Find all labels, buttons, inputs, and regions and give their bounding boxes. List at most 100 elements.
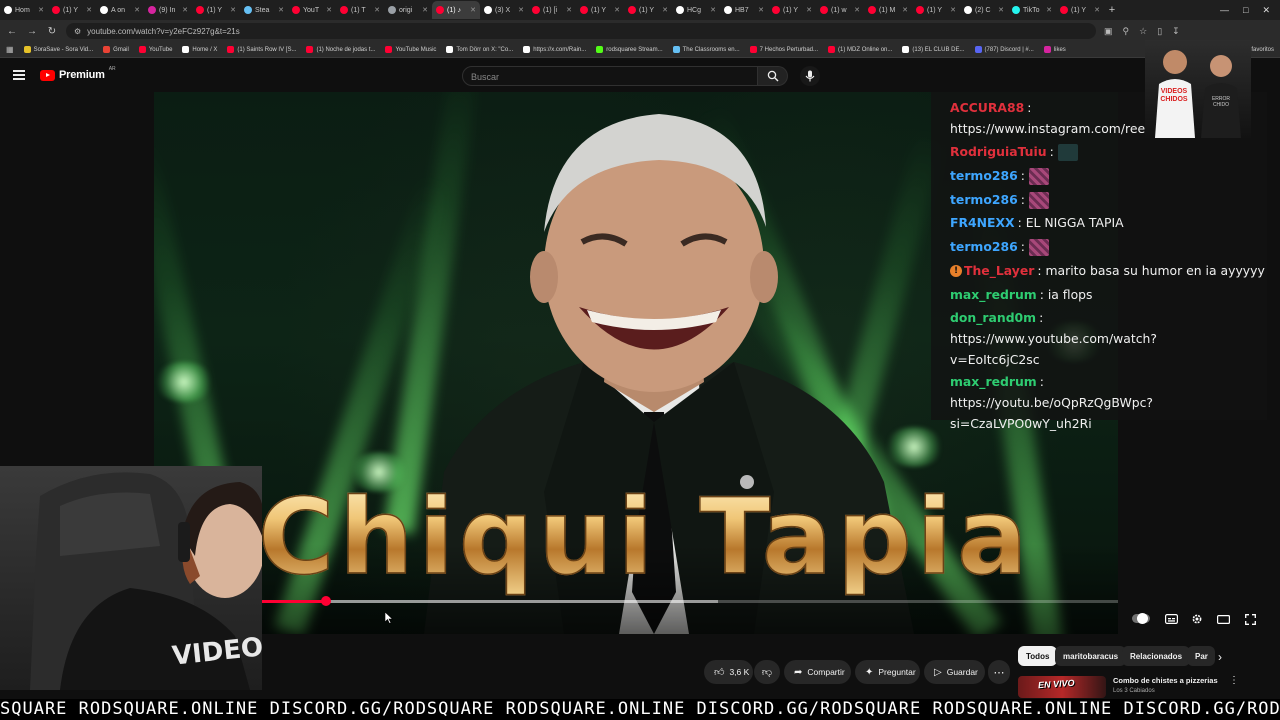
related-more-icon[interactable]: ⋮ (1229, 675, 1239, 686)
browser-tab[interactable]: (9) In ✕ (144, 1, 192, 19)
chip-maritobaracus[interactable]: maritobaracus (1055, 646, 1127, 666)
browser-tab[interactable]: origi ✕ (384, 1, 432, 19)
browser-tab[interactable]: YouT ✕ (288, 1, 336, 19)
browser-tab[interactable]: (1) Y ✕ (912, 1, 960, 19)
ask-button[interactable]: ✦ Preguntar (855, 660, 920, 684)
browser-tab[interactable]: (1) Y ✕ (1056, 1, 1104, 19)
bookmark-item[interactable]: https://x.com/Rain... (523, 46, 586, 53)
bookmark-item[interactable]: The Classrooms en... (672, 46, 740, 53)
search-input[interactable]: Buscar (462, 66, 758, 86)
tab-close-icon[interactable]: ✕ (374, 6, 380, 14)
browser-tab[interactable]: Hom ✕ (0, 1, 48, 19)
chip-relacionados[interactable]: Relacionados (1122, 646, 1191, 666)
bookmark-item[interactable]: (1) Noche de jodas t... (306, 46, 375, 53)
related-video-thumbnail[interactable]: EN VIVO (1018, 676, 1106, 698)
browser-tab[interactable]: (1) Y ✕ (768, 1, 816, 19)
address-bar[interactable]: ⚙ youtube.com/watch?v=y2eFCz927g&t=21s (66, 23, 1096, 39)
settings-button[interactable] (1189, 611, 1205, 627)
menu-icon[interactable] (13, 70, 25, 80)
browser-tab[interactable]: TikTo ✕ (1008, 1, 1056, 19)
search-button[interactable] (758, 66, 788, 86)
browser-tab[interactable]: (1) M ✕ (864, 1, 912, 19)
tab-close-icon[interactable]: ✕ (230, 6, 236, 14)
tab-close-icon[interactable]: ✕ (902, 6, 908, 14)
related-video-title[interactable]: Combo de chistes a pizzerias (1113, 676, 1218, 685)
bookmark-item[interactable]: likes (1043, 46, 1066, 53)
related-video-channel[interactable]: Los 3 Cabiados (1113, 688, 1155, 694)
browser-tab[interactable]: (3) X ✕ (480, 1, 528, 19)
bookmarks-folder[interactable]: favoritos (1251, 47, 1274, 53)
new-tab-button[interactable]: + (1104, 4, 1120, 16)
browser-tab[interactable]: (1) T ✕ (336, 1, 384, 19)
browser-tab[interactable]: (1) ♪ ✕ (432, 1, 480, 19)
autoplay-toggle[interactable] (1132, 613, 1150, 624)
bookmark-item[interactable]: SoraSave - Sora Vid... (23, 46, 93, 53)
tab-close-icon[interactable]: ✕ (86, 6, 92, 14)
browser-tab[interactable]: (1) Y ✕ (576, 1, 624, 19)
bookmark-item[interactable]: Gmail (103, 46, 129, 53)
tab-close-icon[interactable]: ✕ (278, 6, 284, 14)
bookmark-item[interactable]: (13) EL CLUB DE... (902, 46, 965, 53)
chip-todos[interactable]: Todos (1018, 646, 1058, 666)
back-icon[interactable]: ← (6, 26, 18, 37)
download-icon[interactable]: ↧ (1172, 26, 1180, 37)
bookmark-star-icon[interactable]: ☆ (1139, 26, 1147, 37)
cast-icon[interactable]: ▣ (1104, 26, 1113, 37)
tab-close-icon[interactable]: ✕ (470, 6, 476, 14)
save-button[interactable]: ▷ Guardar (924, 660, 985, 684)
bookmark-item[interactable]: Tom Dörr on X: "Co... (446, 46, 513, 53)
bookmark-item[interactable]: YouTube Music (385, 46, 436, 53)
browser-tab[interactable]: A on ✕ (96, 1, 144, 19)
tab-close-icon[interactable]: ✕ (806, 6, 812, 14)
more-actions-button[interactable]: ⋯ (988, 660, 1010, 684)
minimize-icon[interactable]: — (1220, 5, 1229, 16)
dislike-button[interactable]: 👎︎ (754, 660, 780, 684)
theater-mode-button[interactable] (1215, 611, 1231, 627)
share-button[interactable]: ➦ Compartir (784, 660, 851, 684)
tab-close-icon[interactable]: ✕ (182, 6, 188, 14)
voice-search-button[interactable] (800, 66, 820, 86)
tab-close-icon[interactable]: ✕ (710, 6, 716, 14)
like-button[interactable]: 👍︎ 3,6 K (704, 660, 753, 684)
browser-tab[interactable]: (1) Y ✕ (624, 1, 672, 19)
picture-in-picture-video[interactable]: VIDEOS CHIDOS ERROR CHIDO (1145, 40, 1251, 138)
forward-icon[interactable]: → (26, 26, 38, 37)
browser-tab[interactable]: Stea ✕ (240, 1, 288, 19)
browser-tab[interactable]: (1) Y ✕ (192, 1, 240, 19)
fullscreen-button[interactable] (1242, 611, 1258, 627)
tab-close-icon[interactable]: ✕ (950, 6, 956, 14)
browser-tab[interactable]: (1) [i ✕ (528, 1, 576, 19)
bookmark-item[interactable]: (1) Saints Row IV [S... (227, 46, 296, 53)
tab-close-icon[interactable]: ✕ (134, 6, 140, 14)
tab-close-icon[interactable]: ✕ (518, 6, 524, 14)
site-info-icon[interactable]: ⚙ (74, 27, 81, 36)
bookmark-item[interactable]: (787) Discord | #... (974, 46, 1034, 53)
browser-tab[interactable]: (1) w ✕ (816, 1, 864, 19)
browser-tab[interactable]: (2) C ✕ (960, 1, 1008, 19)
bookmark-item[interactable]: 7 Hechos Perturbad... (749, 46, 818, 53)
tab-close-icon[interactable]: ✕ (614, 6, 620, 14)
tab-close-icon[interactable]: ✕ (326, 6, 332, 14)
bookmark-item[interactable]: Home / X (182, 46, 217, 53)
tab-close-icon[interactable]: ✕ (758, 6, 764, 14)
tab-close-icon[interactable]: ✕ (854, 6, 860, 14)
browser-tab[interactable]: HCg ✕ (672, 1, 720, 19)
chip-partial[interactable]: Par (1187, 646, 1215, 666)
tab-close-icon[interactable]: ✕ (422, 6, 428, 14)
youtube-premium-logo[interactable]: Premium AR (40, 66, 116, 81)
tab-close-icon[interactable]: ✕ (662, 6, 668, 14)
subtitles-button[interactable] (1163, 611, 1179, 627)
tab-close-icon[interactable]: ✕ (1046, 6, 1052, 14)
apps-grid-icon[interactable]: ▦ (6, 45, 14, 54)
bookmark-item[interactable]: (1) MDZ Online on... (828, 46, 892, 53)
tab-close-icon[interactable]: ✕ (38, 6, 44, 14)
bookmark-item[interactable]: rodsquaree Stream... (596, 46, 663, 53)
tab-close-icon[interactable]: ✕ (998, 6, 1004, 14)
browser-tab[interactable]: HB7 ✕ (720, 1, 768, 19)
chevron-right-icon[interactable]: › (1218, 650, 1222, 664)
bookmark-item[interactable]: YouTube (138, 46, 172, 53)
maximize-icon[interactable]: □ (1243, 5, 1248, 16)
tab-close-icon[interactable]: ✕ (566, 6, 572, 14)
zoom-icon[interactable]: ⚲ (1123, 26, 1130, 37)
reload-icon[interactable]: ↻ (46, 26, 58, 37)
